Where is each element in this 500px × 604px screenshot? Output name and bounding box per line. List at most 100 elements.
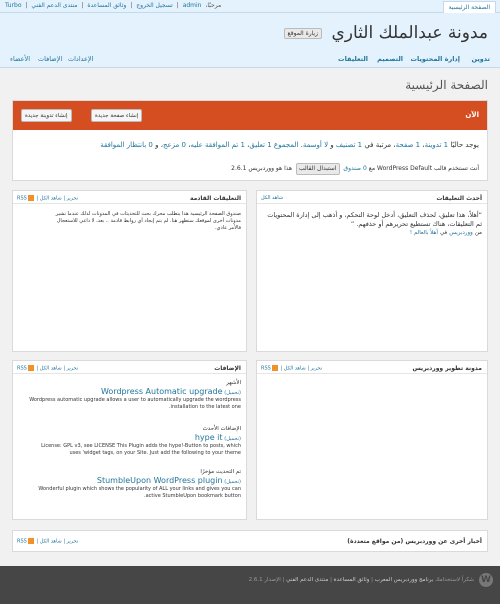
dev-blog-widget: مدونة تطوير ووردبريس RSS | تحرير | شاهد …: [256, 360, 488, 520]
comment-excerpt: “أهلاً، هذا تعليق، لحذف التعليق، أدخل لو…: [260, 211, 482, 238]
plugin-name-link[interactable]: StumbleUpon WordPress plugin: [97, 476, 223, 485]
widget-links: RSS | تحرير | شاهد الكل: [17, 365, 79, 372]
posts-count-link[interactable]: 1 تدوينة: [425, 141, 449, 149]
plugin-name-link[interactable]: Wordpress Automatic upgrade: [101, 387, 223, 396]
rss-icon[interactable]: [27, 365, 34, 371]
nav-plugins[interactable]: الإضافات: [38, 55, 62, 63]
separator: |: [330, 577, 332, 583]
plugin-description: Wordpress automatic upgrade allows a use…: [29, 397, 241, 410]
nav-design[interactable]: التصميم: [377, 55, 403, 63]
edit-link[interactable]: تحرير: [67, 366, 79, 372]
separator: |: [130, 2, 133, 9]
support-forums-link[interactable]: منتدى الدعم الفني: [31, 2, 77, 9]
documentation-link[interactable]: وثائق المساعدة: [334, 577, 370, 583]
rss-icon[interactable]: [27, 538, 34, 544]
support-forums-link[interactable]: منتدى الدعم الفني: [286, 577, 328, 583]
nav-settings[interactable]: الإعدادات: [68, 55, 93, 63]
separator: |: [176, 2, 179, 9]
wordpress-logo-icon: W: [479, 573, 493, 587]
username-link[interactable]: admin: [183, 2, 202, 9]
incoming-links-widget: التعليقات القادمة RSS | تحرير | شاهد الك…: [12, 190, 247, 352]
incoming-links-text: صندوق الصفحة الرئيسية هذا يتطلب محرك بحث…: [55, 211, 241, 231]
nav-write[interactable]: تدوين: [471, 55, 490, 63]
rss-icon[interactable]: [27, 195, 34, 201]
footer-version: الإصدار 2.6.1: [248, 577, 281, 583]
rss-link[interactable]: RSS: [17, 539, 27, 545]
site-header: مدونة عبدالملك الثاري زيارة الموقع: [0, 13, 500, 51]
edit-link[interactable]: تحرير: [311, 366, 323, 372]
planet-widget: أخبار أخرى عن ووردبريس (من مواقع متعددة)…: [12, 530, 488, 552]
logout-link[interactable]: تسجيل الخروج: [136, 2, 173, 9]
comment-author-link[interactable]: ووردبريس: [449, 230, 473, 236]
plugin-install-link[interactable]: (تحميل): [224, 479, 241, 485]
tab-dashboard[interactable]: الصفحة الرئيسية: [442, 1, 496, 13]
documentation-link[interactable]: وثائق المساعدة: [87, 2, 126, 9]
widget-title: أحدث التعليقات: [436, 195, 482, 202]
plugin-description: Wonderful plugin which shows the popular…: [38, 486, 241, 499]
stats-text: ، مرتبة في: [364, 141, 396, 149]
divider: [257, 373, 487, 374]
wordpress-link[interactable]: برنامج ووردبريس المعرب: [375, 577, 434, 583]
plugin-install-link[interactable]: (تحميل): [224, 436, 241, 442]
comments-count-link[interactable]: 1 تعليق: [249, 141, 271, 149]
howdy-label: مرحبًا،: [205, 2, 222, 9]
plugin-install-link[interactable]: (تحميل): [224, 390, 241, 396]
page-title: الصفحة الرئيسية: [405, 78, 488, 92]
approved-count-link[interactable]: 1 تم الموافقة عليه: [190, 141, 244, 149]
main-navigation: تدوين إدارة المحتويات التصميم التعليقات …: [0, 51, 500, 68]
see-all-link[interactable]: شاهد الكل: [40, 366, 62, 372]
widget-links: RSS | تحرير | شاهد الكل: [261, 365, 323, 372]
rss-icon[interactable]: [271, 365, 278, 371]
divider: [13, 373, 246, 374]
nav-comments[interactable]: التعليقات: [338, 55, 368, 63]
see-all-link[interactable]: شاهد الكل: [284, 366, 306, 372]
version-text: هذا هو ووردبريس 2.6.1: [231, 165, 293, 172]
comment-post-link[interactable]: أهلاً بالعالم !: [410, 230, 438, 236]
see-all-link[interactable]: شاهد الكل: [40, 196, 62, 202]
theme-text: أنت تستخدم قالب WordPress Default مع: [368, 165, 479, 172]
widget-title: التعليقات القادمة: [189, 195, 241, 202]
footer-thanks: شكراً لاستخدامك: [435, 577, 474, 583]
separator: |: [25, 2, 28, 9]
spam-count-link[interactable]: 0 مزعج: [163, 141, 186, 149]
right-now-header: الآن إنشاء تدوينة جديدة إنشاء صفحة جديدة: [13, 101, 487, 130]
separator: |: [282, 577, 285, 583]
widgets-count-link[interactable]: 0 صندوق: [343, 165, 366, 172]
visit-site-button[interactable]: زيارة الموقع: [283, 28, 322, 39]
change-theme-button[interactable]: استبدال القالب: [296, 163, 340, 175]
nav-manage[interactable]: إدارة المحتويات: [411, 55, 461, 63]
blog-name: مدونة عبدالملك الثاري: [331, 23, 488, 43]
widget-links: RSS | تحرير | شاهد الكل: [17, 195, 79, 202]
theme-info: أنت تستخدم قالب WordPress Default مع 0 ص…: [231, 163, 479, 175]
edit-link[interactable]: تحرير: [67, 539, 79, 545]
rss-link[interactable]: RSS: [17, 196, 27, 202]
recent-comments-widget: أحدث التعليقات شاهد الكل “أهلاً، هذا تعل…: [256, 190, 488, 352]
widget-title: أخبار أخرى عن ووردبريس (من مواقع متعددة): [347, 538, 482, 545]
separator: |: [81, 2, 84, 9]
total-label: المجموع: [273, 141, 299, 149]
write-post-button[interactable]: إنشاء تدوينة جديدة: [21, 109, 72, 122]
edit-link[interactable]: تحرير: [67, 196, 79, 202]
pending-count-link[interactable]: 0 بانتظار الموافقة: [100, 141, 153, 149]
rss-link[interactable]: RSS: [17, 366, 27, 372]
stats-text: ، و: [155, 141, 163, 149]
plugin-description: License: GPL v3, see LICENSE This Plugin…: [41, 443, 241, 456]
plugin-name-link[interactable]: hype it: [195, 433, 223, 442]
user-links: مرحبًا، admin | تسجيل الخروج | وثائق الم…: [4, 2, 222, 9]
divider: [257, 203, 487, 204]
turbo-link[interactable]: Turbo: [5, 2, 22, 9]
right-now-title: الآن: [465, 111, 479, 119]
comment-on: في: [439, 230, 448, 236]
tags-count-link[interactable]: لا أوسمة: [303, 141, 328, 149]
categories-count-link[interactable]: 1 تصنيف: [336, 141, 362, 149]
see-all-link[interactable]: شاهد الكل: [40, 539, 62, 545]
widget-title: مدونة تطوير ووردبريس: [412, 365, 482, 372]
nav-users[interactable]: الأعضاء: [10, 55, 30, 63]
pages-count-link[interactable]: 1 صفحة: [396, 141, 420, 149]
write-page-button[interactable]: إنشاء صفحة جديدة: [91, 109, 143, 122]
rss-link[interactable]: RSS: [261, 366, 271, 372]
see-all-link[interactable]: شاهد الكل: [261, 195, 283, 201]
footer: W شكراً لاستخدامك برنامج ووردبريس المعرب…: [0, 566, 500, 604]
top-bar: الصفحة الرئيسية مرحبًا، admin | تسجيل ال…: [0, 0, 500, 13]
plugin-entry: تم التحديث مؤخرًا (تحميل) StumbleUpon Wo…: [29, 469, 241, 499]
